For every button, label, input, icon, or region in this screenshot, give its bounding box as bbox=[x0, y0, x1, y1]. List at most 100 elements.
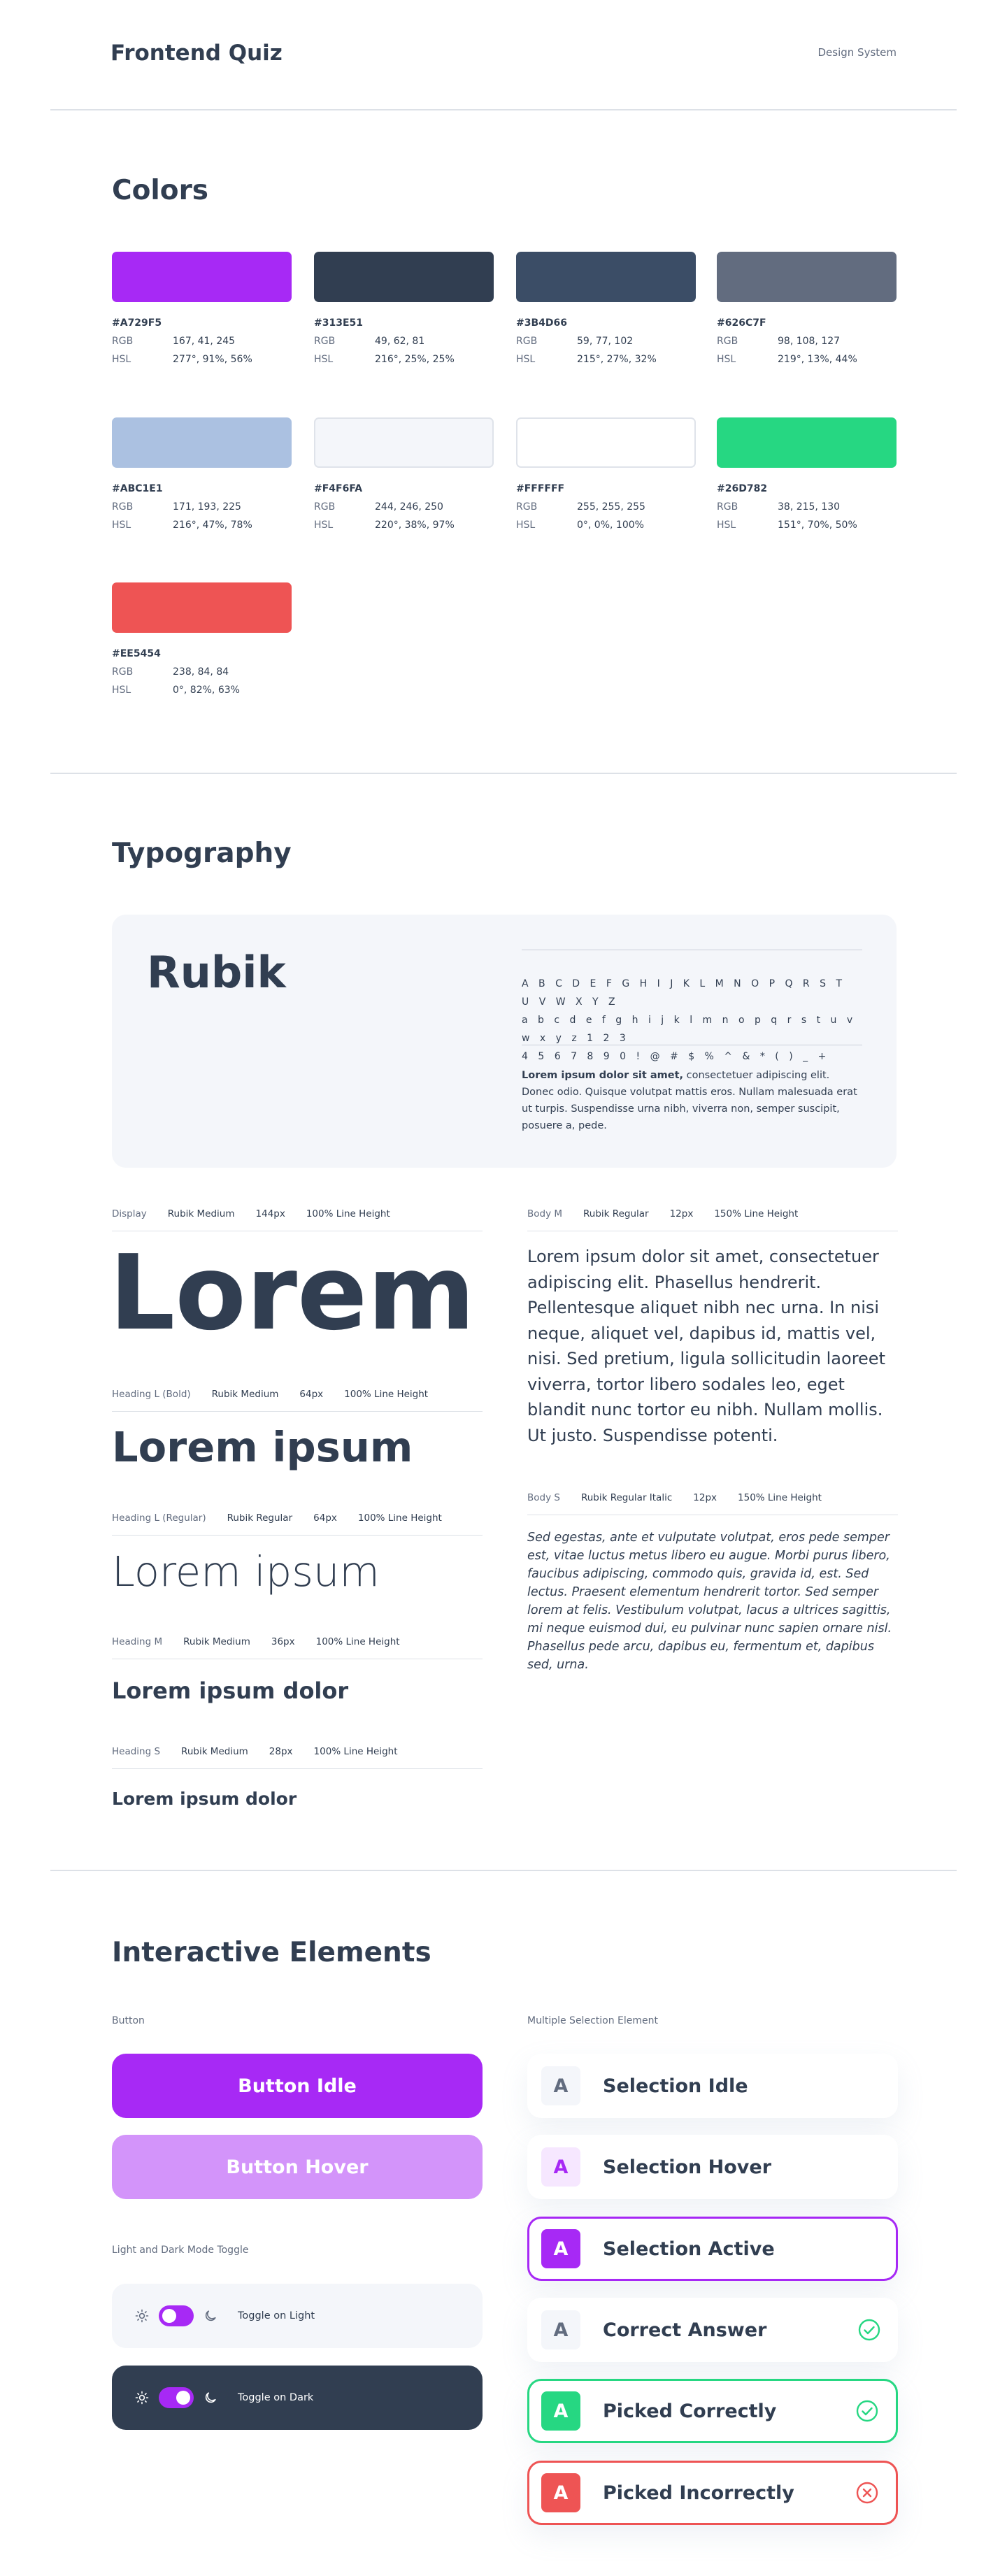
hsl-row: HSL 0°, 0%, 100% bbox=[516, 520, 696, 531]
hsl-label: HSL bbox=[717, 520, 736, 531]
spec-body-s: Body S Rubik Regular Italic 12px 150% Li… bbox=[527, 1492, 843, 1503]
rgb-label: RGB bbox=[112, 666, 134, 678]
heading-s-sample: Lorem ipsum dolor bbox=[112, 1789, 297, 1809]
color-hex: #FFFFFF bbox=[516, 483, 565, 494]
divider bbox=[50, 109, 957, 110]
color-swatch: #3B4D66 RGB 59, 77, 102 HSL 215°, 27%, 32% bbox=[516, 252, 696, 365]
rgb-row: RGB 38, 215, 130 bbox=[717, 501, 897, 513]
hsl-value: 216°, 25%, 25% bbox=[375, 354, 455, 365]
color-chip bbox=[516, 417, 696, 468]
hsl-row: HSL 219°, 13%, 44% bbox=[717, 354, 897, 365]
hsl-label: HSL bbox=[112, 354, 131, 365]
button-hover[interactable]: Button Hover bbox=[112, 2135, 483, 2199]
page-header: Frontend Quiz Design System bbox=[0, 0, 1007, 110]
hsl-row: HSL 151°, 70%, 50% bbox=[717, 520, 897, 531]
spec-weight: Rubik Regular bbox=[583, 1208, 649, 1219]
option-letter: A bbox=[541, 2147, 580, 2187]
hsl-value: 0°, 82%, 63% bbox=[173, 685, 240, 696]
selection-picked-incorrect[interactable]: A Picked Incorrectly bbox=[527, 2461, 898, 2525]
spec-heading-l-regular: Heading L (Regular) Rubik Regular 64px 1… bbox=[112, 1512, 463, 1524]
hsl-value: 219°, 13%, 44% bbox=[778, 354, 857, 365]
hsl-value: 215°, 27%, 32% bbox=[577, 354, 657, 365]
selection-hover[interactable]: A Selection Hover bbox=[527, 2135, 898, 2199]
color-swatch: #FFFFFF RGB 255, 255, 255 HSL 0°, 0%, 100% bbox=[516, 417, 696, 531]
hsl-value: 216°, 47%, 78% bbox=[173, 520, 252, 531]
spec-size: 64px bbox=[313, 1512, 337, 1524]
spec-weight: Rubik Medium bbox=[167, 1208, 235, 1219]
rgb-value: 59, 77, 102 bbox=[577, 336, 634, 347]
spec-size: 64px bbox=[299, 1389, 324, 1400]
display-sample: Lorem bbox=[109, 1233, 476, 1353]
heading-l-bold-sample: Lorem ipsum bbox=[112, 1423, 413, 1471]
button-idle[interactable]: Button Idle bbox=[112, 2054, 483, 2118]
toggle-dark-label: Toggle on Dark bbox=[238, 2392, 314, 2403]
brand-tag: Design System bbox=[817, 46, 897, 59]
rgb-value: 49, 62, 81 bbox=[375, 336, 425, 347]
typography-title: Typography bbox=[112, 838, 292, 869]
divider bbox=[50, 1870, 957, 1871]
color-swatch: #EE5454 RGB 238, 84, 84 HSL 0°, 82%, 63% bbox=[112, 582, 292, 696]
spec-line-height: 100% Line Height bbox=[313, 1746, 398, 1757]
color-chip bbox=[112, 582, 292, 633]
rgb-row: RGB 255, 255, 255 bbox=[516, 501, 696, 513]
rgb-row: RGB 167, 41, 245 bbox=[112, 336, 292, 347]
rgb-row: RGB 59, 77, 102 bbox=[516, 336, 696, 347]
color-hex: #F4F6FA bbox=[314, 483, 363, 494]
rgb-row: RGB 244, 246, 250 bbox=[314, 501, 494, 513]
color-hex: #A729F5 bbox=[112, 317, 162, 329]
font-family-name: Rubik bbox=[147, 947, 286, 998]
rgb-row: RGB 171, 193, 225 bbox=[112, 501, 292, 513]
hsl-row: HSL 216°, 47%, 78% bbox=[112, 520, 292, 531]
theme-toggle-light[interactable] bbox=[159, 2305, 194, 2326]
hsl-row: HSL 215°, 27%, 32% bbox=[516, 354, 696, 365]
theme-toggle-dark[interactable] bbox=[159, 2387, 194, 2408]
spec-weight: Rubik Regular Italic bbox=[580, 1492, 673, 1503]
spec-name: Body S bbox=[527, 1492, 560, 1503]
spec-heading-l-bold: Heading L (Bold) Rubik Medium 64px 100% … bbox=[112, 1389, 449, 1400]
spec-line-height: 100% Line Height bbox=[315, 1636, 400, 1647]
spec-line-height: 150% Line Height bbox=[714, 1208, 799, 1219]
hsl-label: HSL bbox=[516, 354, 536, 365]
rgb-value: 255, 255, 255 bbox=[577, 501, 645, 513]
spec-line-height: 100% Line Height bbox=[306, 1208, 390, 1219]
spec-name: Heading S bbox=[112, 1746, 161, 1757]
option-letter: A bbox=[541, 2066, 580, 2105]
spec-body-m: Body M Rubik Regular 12px 150% Line Heig… bbox=[527, 1208, 819, 1219]
rgb-value: 167, 41, 245 bbox=[173, 336, 236, 347]
color-hex: #3B4D66 bbox=[516, 317, 567, 329]
spec-name: Heading L (Regular) bbox=[112, 1512, 206, 1524]
sun-icon bbox=[134, 2308, 150, 2324]
selection-active[interactable]: A Selection Active bbox=[527, 2217, 898, 2281]
toggle-light-container: Toggle on Light bbox=[112, 2284, 483, 2348]
spec-weight: Rubik Medium bbox=[181, 1746, 248, 1757]
toggle-light-label: Toggle on Light bbox=[238, 2310, 315, 2321]
hsl-label: HSL bbox=[314, 354, 334, 365]
hsl-value: 220°, 38%, 97% bbox=[375, 520, 455, 531]
rgb-label: RGB bbox=[516, 336, 538, 347]
hsl-value: 0°, 0%, 100% bbox=[577, 520, 644, 531]
spec-line-height: 100% Line Height bbox=[344, 1389, 429, 1400]
spec-weight: Rubik Medium bbox=[211, 1389, 279, 1400]
spec-line-height: 150% Line Height bbox=[738, 1492, 822, 1503]
hsl-row: HSL 0°, 82%, 63% bbox=[112, 685, 292, 696]
rgb-label: RGB bbox=[516, 501, 538, 513]
option-text: Selection Hover bbox=[603, 2156, 772, 2178]
rgb-row: RGB 238, 84, 84 bbox=[112, 666, 292, 678]
hsl-label: HSL bbox=[516, 520, 536, 531]
selection-correct-answer[interactable]: A Correct Answer bbox=[527, 2298, 898, 2362]
rgb-row: RGB 98, 108, 127 bbox=[717, 336, 897, 347]
rgb-label: RGB bbox=[717, 501, 738, 513]
character-set: A B C D E F G H I J K L M N O P Q R S T … bbox=[522, 975, 862, 1066]
selection-idle[interactable]: A Selection Idle bbox=[527, 2054, 898, 2118]
spec-line-height: 100% Line Height bbox=[357, 1512, 442, 1524]
hsl-label: HSL bbox=[112, 685, 131, 696]
rgb-value: 171, 193, 225 bbox=[173, 501, 241, 513]
selection-picked-correct[interactable]: A Picked Correctly bbox=[527, 2379, 898, 2443]
hsl-row: HSL 220°, 38%, 97% bbox=[314, 520, 494, 531]
hsl-value: 151°, 70%, 50% bbox=[778, 520, 857, 531]
spec-size: 36px bbox=[271, 1636, 295, 1647]
toggle-group-label: Light and Dark Mode Toggle bbox=[112, 2245, 249, 2256]
color-chip bbox=[717, 252, 897, 302]
sample-paragraph-lead: Lorem ipsum dolor sit amet, bbox=[522, 1070, 684, 1081]
toggle-dark-container: Toggle on Dark bbox=[112, 2366, 483, 2430]
